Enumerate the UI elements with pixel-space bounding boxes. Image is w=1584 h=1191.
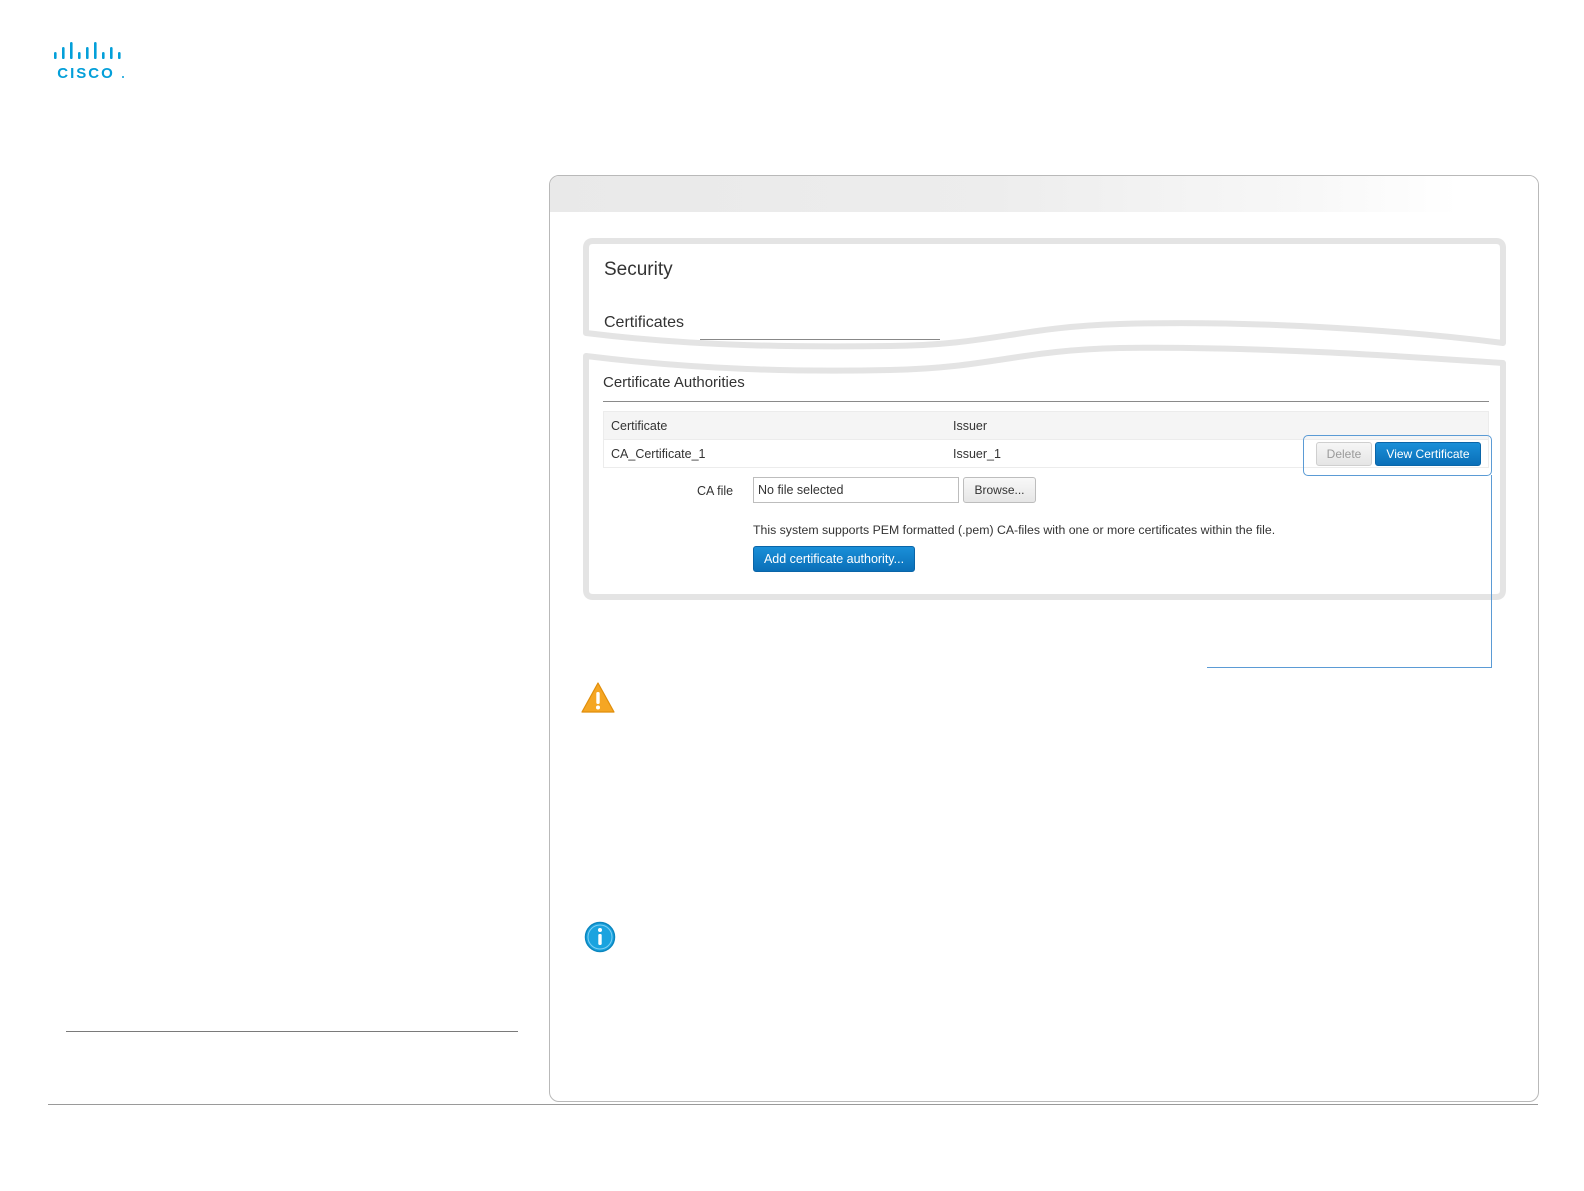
security-title: Security xyxy=(604,259,673,280)
ca-section-divider xyxy=(603,401,1489,402)
info-icon xyxy=(584,921,616,953)
card-outlines xyxy=(583,238,1506,600)
ca-file-field[interactable]: No file selected xyxy=(753,477,959,503)
column-header-issuer: Issuer xyxy=(953,419,988,433)
browse-button[interactable]: Browse... xyxy=(963,477,1036,503)
cell-certificate: CA_Certificate_1 xyxy=(611,447,706,461)
warning-icon xyxy=(581,682,615,713)
delete-button[interactable]: Delete xyxy=(1316,442,1372,466)
pem-help-text: This system supports PEM formatted (.pem… xyxy=(753,523,1276,537)
ca-file-label: CA file xyxy=(697,484,734,498)
callout-line xyxy=(1491,475,1492,668)
add-certificate-authority-button[interactable]: Add certificate authority... xyxy=(753,546,915,572)
view-certificate-button[interactable]: View Certificate xyxy=(1375,442,1481,466)
ca-section-title: Certificate Authorities xyxy=(603,374,745,391)
column-header-certificate: Certificate xyxy=(611,419,668,433)
callout-line xyxy=(1207,667,1492,668)
cell-issuer: Issuer_1 xyxy=(953,447,1001,461)
certificates-subtitle: Certificates xyxy=(604,314,685,331)
subtitle-underline xyxy=(700,339,940,340)
